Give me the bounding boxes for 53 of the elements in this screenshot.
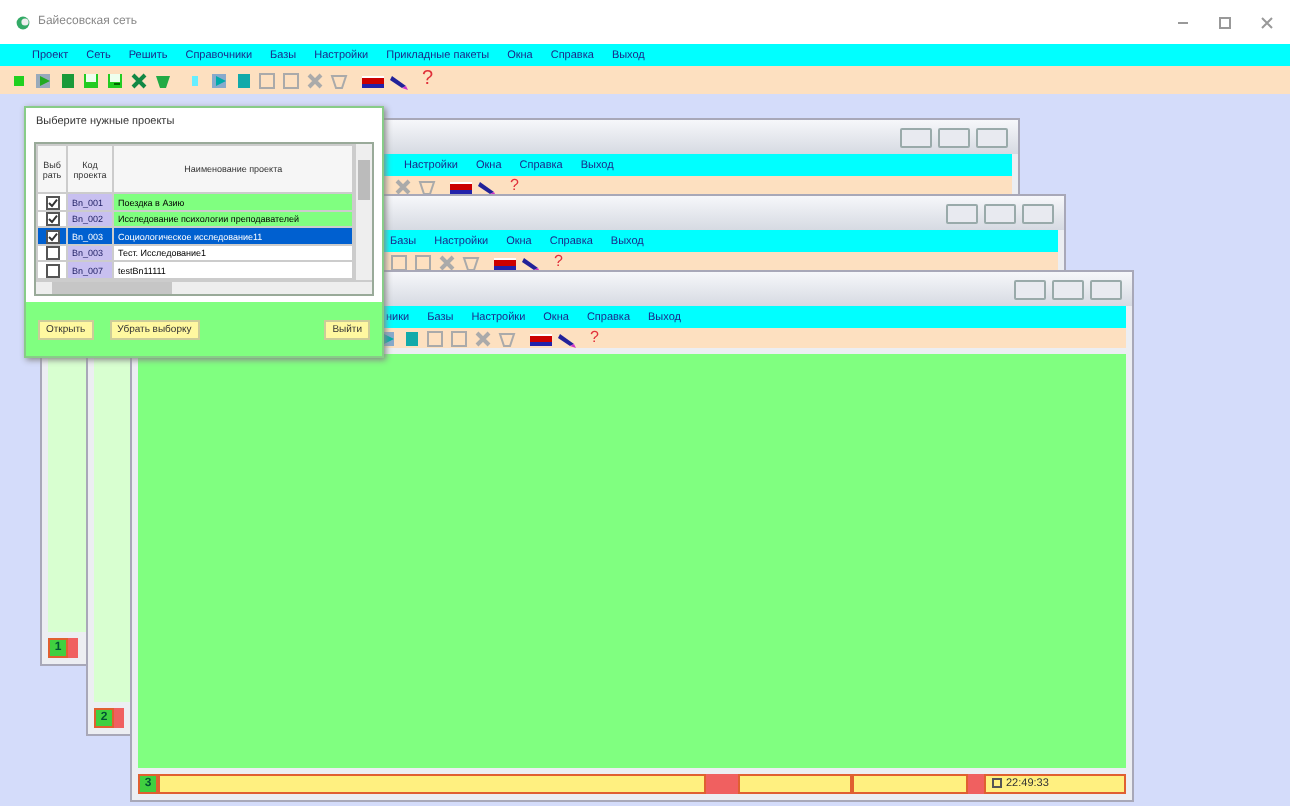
trash-icon[interactable] <box>498 329 516 347</box>
trash-icon[interactable] <box>418 177 436 195</box>
flag-icon[interactable] <box>450 177 472 195</box>
pen-icon[interactable] <box>522 253 540 271</box>
trash-icon[interactable] <box>330 71 348 89</box>
save-as-icon[interactable] <box>106 71 124 89</box>
help-button[interactable]: ? <box>554 254 563 270</box>
play-icon[interactable] <box>210 71 228 89</box>
delete-icon[interactable] <box>438 253 456 271</box>
scrollbar[interactable] <box>354 144 372 280</box>
minimize-button[interactable] <box>946 203 978 223</box>
flag-icon[interactable] <box>362 71 384 89</box>
scrollbar[interactable] <box>36 280 372 294</box>
flag-icon[interactable] <box>494 253 516 271</box>
flag-icon[interactable] <box>530 329 552 347</box>
trash-icon[interactable] <box>154 71 172 89</box>
checkbox[interactable] <box>45 246 59 261</box>
help-button[interactable]: ? <box>422 70 434 90</box>
delete-icon[interactable] <box>394 177 412 195</box>
close-icon[interactable] <box>1260 15 1274 29</box>
checkbox[interactable] <box>45 195 59 210</box>
status-segment <box>68 637 78 657</box>
help-button[interactable]: ? <box>590 330 599 346</box>
delete-icon[interactable] <box>474 329 492 347</box>
restore-button[interactable] <box>938 127 970 147</box>
maximize-icon[interactable] <box>1218 15 1232 29</box>
pen-icon[interactable] <box>478 177 496 195</box>
clock-icon <box>992 778 1002 788</box>
square-icon[interactable] <box>10 71 28 89</box>
play-icon[interactable] <box>34 71 52 89</box>
delete-icon[interactable] <box>306 71 324 89</box>
checkbox[interactable] <box>45 263 59 278</box>
trash-icon[interactable] <box>462 253 480 271</box>
restore-button[interactable] <box>1052 279 1084 299</box>
close-button[interactable] <box>1090 279 1122 299</box>
minimize-button[interactable] <box>900 127 932 147</box>
restore-button[interactable] <box>984 203 1016 223</box>
checkbox[interactable] <box>45 212 59 227</box>
status-segment <box>114 707 124 727</box>
database-icon[interactable] <box>234 71 252 89</box>
help-button[interactable]: ? <box>510 178 519 194</box>
database-icon[interactable] <box>58 71 76 89</box>
minimize-button[interactable] <box>1014 279 1046 299</box>
pen-icon[interactable] <box>390 71 408 89</box>
bar-icon[interactable] <box>186 71 204 89</box>
save-icon[interactable] <box>82 71 100 89</box>
pen-icon[interactable] <box>558 329 576 347</box>
close-button[interactable] <box>976 127 1008 147</box>
delete-icon[interactable] <box>130 71 148 89</box>
database-icon[interactable] <box>402 329 420 347</box>
checkbox[interactable] <box>45 229 59 244</box>
app-icon <box>16 15 30 29</box>
close-button[interactable] <box>1022 203 1054 223</box>
